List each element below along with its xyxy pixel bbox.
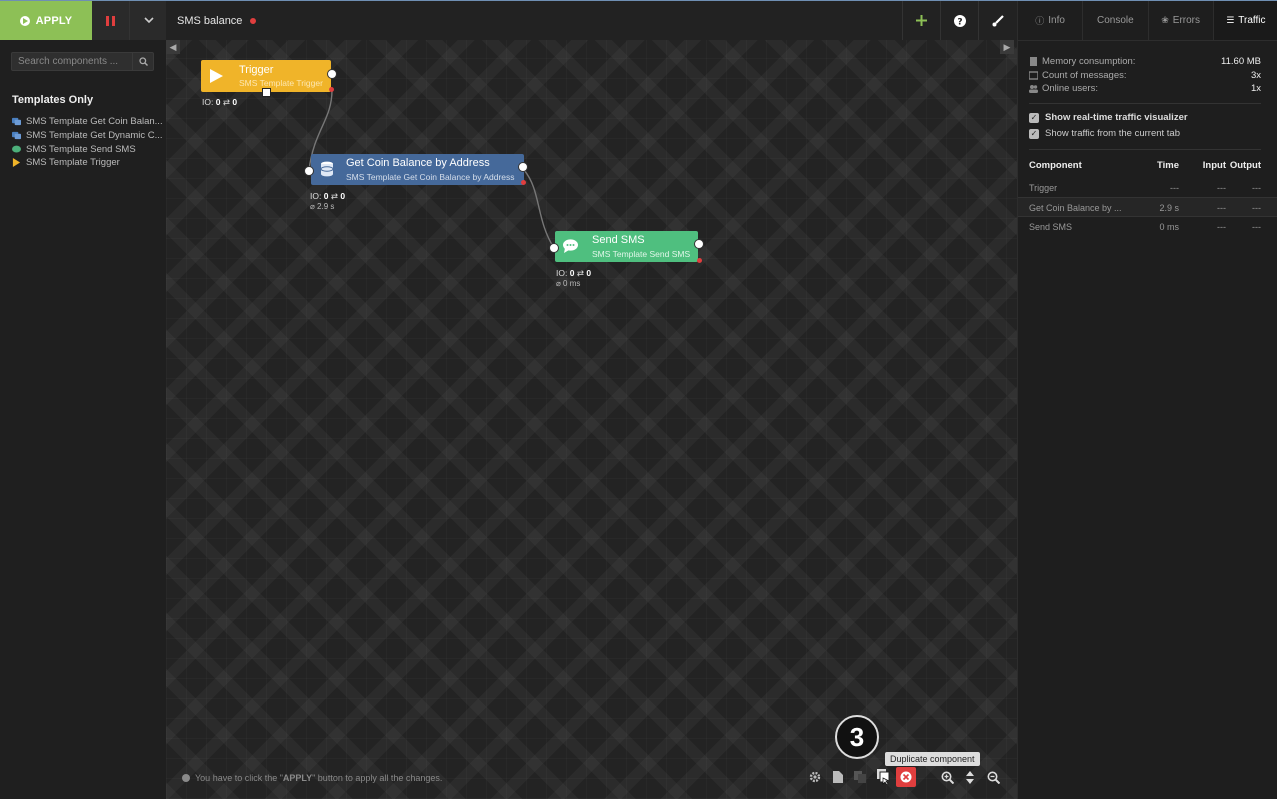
component-search <box>11 52 154 71</box>
play-icon <box>12 158 21 168</box>
stat-messages: Count of messages: 3x <box>1029 69 1261 82</box>
dropdown-button[interactable] <box>129 1 167 40</box>
flow-canvas[interactable]: ◀ ▶ Trigger SMS Template Trigger IO: 0 ⇄… <box>166 40 1017 799</box>
templates-heading: Templates Only <box>12 94 94 106</box>
info-icon: ⓘ <box>1035 16 1045 26</box>
node-duration: ⌀ 0 ms <box>556 279 581 288</box>
sort-icon <box>966 770 974 784</box>
zoom-in-icon <box>941 771 954 784</box>
duplicate-icon <box>877 769 890 785</box>
template-item-send-sms[interactable]: SMS Template Send SMS <box>12 142 162 156</box>
plus-icon <box>916 15 927 26</box>
info-icon <box>182 774 190 782</box>
zoom-out-button[interactable] <box>983 767 1003 787</box>
chat-icon <box>12 145 21 153</box>
node-io-counter: IO: 0 ⇄ 0 <box>556 268 592 278</box>
file-icon <box>833 771 843 783</box>
list-icon: ☰ <box>1226 15 1235 25</box>
node-get-coin-balance[interactable]: Get Coin Balance by Address SMS Template… <box>311 154 524 185</box>
apply-button[interactable]: APPLY <box>0 1 92 40</box>
search-input[interactable] <box>12 53 144 70</box>
gear-icon <box>809 771 821 783</box>
divider <box>1029 103 1261 104</box>
step-badge: 3 <box>835 715 879 759</box>
template-list: SMS Template Get Coin Balan... SMS Templ… <box>12 115 162 170</box>
settings-button[interactable] <box>805 767 825 787</box>
help-icon: ? <box>953 14 966 27</box>
zoom-in-button[interactable] <box>937 767 957 787</box>
copy-icon <box>854 771 866 783</box>
node-io-counter: IO: 0 ⇄ 0 <box>202 97 238 107</box>
database-icon <box>320 161 334 177</box>
play-icon <box>210 69 223 83</box>
pause-button[interactable] <box>92 1 129 40</box>
messages-icon <box>1029 71 1038 80</box>
close-circle-icon <box>900 771 912 783</box>
selection-handle[interactable] <box>262 88 271 97</box>
database-icon <box>12 118 21 126</box>
theme-button[interactable] <box>978 1 1016 40</box>
connection-wires <box>308 89 555 249</box>
search-icon <box>138 57 148 66</box>
users-icon <box>1029 85 1038 93</box>
table-row[interactable]: Send SMS 0 ms --- --- <box>1029 222 1261 241</box>
chevron-down-icon <box>143 17 154 24</box>
template-item-get-coin-balance[interactable]: SMS Template Get Coin Balan... <box>12 115 162 129</box>
error-port[interactable] <box>697 258 702 263</box>
copy-button[interactable] <box>850 767 870 787</box>
divider <box>1029 149 1261 150</box>
option-current-tab[interactable]: ✓ Show traffic from the current tab <box>1029 128 1180 139</box>
tab-traffic[interactable]: ☰ Traffic <box>1212 1 1277 40</box>
output-port[interactable] <box>327 69 337 79</box>
checkbox-checked[interactable]: ✓ <box>1029 128 1039 139</box>
pause-icon <box>106 15 109 26</box>
node-io-counter: IO: 0 ⇄ 0 <box>310 191 346 201</box>
flow-title: SMS balance <box>177 15 243 27</box>
output-port[interactable] <box>694 239 704 249</box>
node-send-sms[interactable]: Send SMS SMS Template Send SMS <box>555 231 698 262</box>
apply-label: APPLY <box>35 14 73 27</box>
zoom-reset-button[interactable] <box>960 767 980 787</box>
brush-icon <box>992 14 1004 26</box>
stat-memory: Memory consumption: 11.60 MB <box>1029 55 1261 68</box>
panel-tabs: ⓘ Info Console ❀ Errors ☰ Traffic <box>1018 1 1277 41</box>
tab-info[interactable]: ⓘ Info <box>1018 1 1082 40</box>
bug-icon: ❀ <box>1161 15 1169 25</box>
error-port[interactable] <box>329 87 334 92</box>
svg-text:?: ? <box>957 17 962 27</box>
apply-hint: You have to click the " APPLY " button to … <box>182 773 442 783</box>
stat-users: Online users: 1x <box>1029 82 1261 95</box>
chat-icon <box>563 239 578 253</box>
unsaved-indicator <box>250 18 256 24</box>
play-circle-icon <box>19 15 30 26</box>
checkbox-checked[interactable]: ✓ <box>1029 112 1039 123</box>
error-port[interactable] <box>521 180 526 185</box>
table-row[interactable]: Get Coin Balance by ... 2.9 s --- --- <box>1018 197 1277 217</box>
template-item-get-dynamic[interactable]: SMS Template Get Dynamic C... <box>12 129 162 143</box>
edit-source-button[interactable] <box>828 767 848 787</box>
output-port[interactable] <box>518 162 528 172</box>
input-port[interactable] <box>304 166 314 176</box>
tab-errors[interactable]: ❀ Errors <box>1147 1 1213 40</box>
zoom-out-icon <box>987 771 1000 784</box>
component-sidebar: APPLY Templates Only SMS Template Get Co… <box>0 1 167 799</box>
add-component-button[interactable] <box>902 1 940 40</box>
tab-console[interactable]: Console <box>1082 1 1147 40</box>
option-visualizer[interactable]: ✓ Show real-time traffic visualizer <box>1029 112 1188 123</box>
flow-header: SMS balance ? <box>166 1 1017 41</box>
help-button[interactable]: ? <box>940 1 978 40</box>
memory-icon <box>1030 57 1037 66</box>
remove-button[interactable] <box>896 767 916 787</box>
template-item-trigger[interactable]: SMS Template Trigger <box>12 156 162 170</box>
app-window: APPLY Templates Only SMS Template Get Co… <box>0 0 1277 799</box>
wire-balance-to-sms[interactable] <box>523 169 555 249</box>
search-button[interactable] <box>132 53 153 70</box>
node-duration: ⌀ 2.9 s <box>310 202 335 211</box>
database-icon <box>12 131 21 140</box>
tooltip: Duplicate component <box>885 752 980 766</box>
inspector-panel: ⓘ Info Console ❀ Errors ☰ Traffic Memory co… <box>1017 1 1277 799</box>
input-port[interactable] <box>549 243 559 253</box>
duplicate-button[interactable] <box>873 767 893 787</box>
